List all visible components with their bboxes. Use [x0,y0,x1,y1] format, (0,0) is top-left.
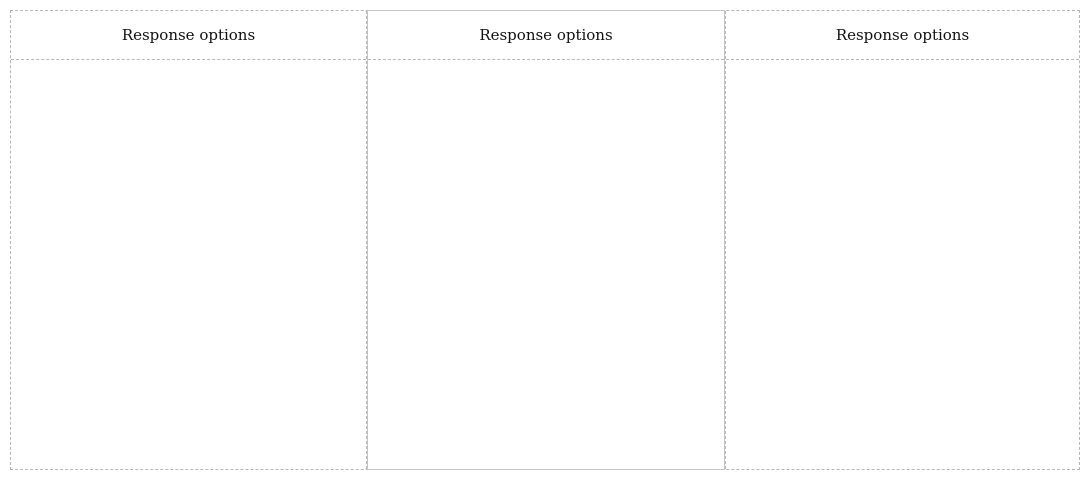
response-column-1[interactable]: Response options [11,11,367,469]
column-header: Response options [726,11,1079,60]
response-column-2[interactable]: Response options [367,10,725,470]
response-column-3[interactable]: Response options [725,11,1079,469]
column-header: Response options [11,11,366,60]
column-drop-zone[interactable] [368,60,724,469]
response-options-board: Response options Response options Respon… [10,10,1080,470]
column-drop-zone[interactable] [726,60,1079,469]
column-drop-zone[interactable] [11,60,366,469]
column-header: Response options [368,11,724,60]
